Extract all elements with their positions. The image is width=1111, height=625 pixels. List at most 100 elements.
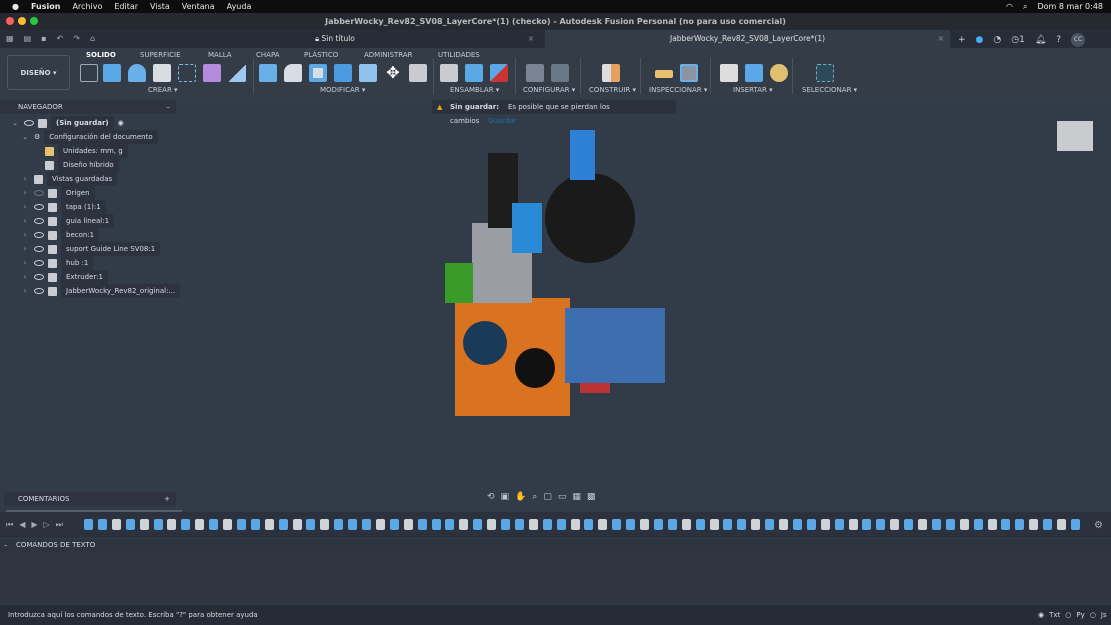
extensions-icon[interactable]: ●: [976, 35, 984, 45]
group-seleccionar[interactable]: SELECCIONAR ▾: [802, 86, 857, 94]
3d-model-viewport[interactable]: [440, 128, 670, 420]
timeline-body-feature[interactable]: [890, 519, 900, 530]
new-component-icon[interactable]: [465, 64, 483, 82]
close-window-button[interactable]: [6, 17, 14, 25]
tab-chapa[interactable]: CHAPA: [256, 51, 280, 59]
timeline-settings-icon[interactable]: ⚙: [1094, 520, 1103, 531]
timeline-body-feature[interactable]: [292, 519, 302, 530]
timeline-sketch-feature[interactable]: [431, 519, 441, 530]
timeline-sketch-feature[interactable]: [1043, 519, 1053, 530]
timeline-sketch-feature[interactable]: [792, 519, 802, 530]
eye-icon[interactable]: [34, 274, 44, 280]
timeline-sketch-feature[interactable]: [904, 519, 914, 530]
timeline-sketch-feature[interactable]: [945, 519, 955, 530]
timeline-sketch-feature[interactable]: [931, 519, 941, 530]
timeline-body-feature[interactable]: [820, 519, 830, 530]
timeline-body-feature[interactable]: [320, 519, 330, 530]
zoom-icon[interactable]: ⌕: [532, 492, 537, 502]
timeline-body-feature[interactable]: [779, 519, 788, 530]
tab-solido[interactable]: SOLIDO: [86, 51, 116, 59]
timeline-sketch-feature[interactable]: [417, 519, 427, 530]
clock[interactable]: Dom 8 mar 0:48: [1037, 2, 1103, 11]
timeline-body-feature[interactable]: [139, 519, 149, 530]
group-configurar[interactable]: CONFIGURAR ▾: [523, 86, 575, 94]
save-link[interactable]: Guardar: [488, 117, 517, 125]
create-sketch-icon[interactable]: [80, 64, 98, 82]
look-at-icon[interactable]: ▣: [501, 492, 510, 502]
pattern-icon[interactable]: [178, 64, 196, 82]
tab-utilidades[interactable]: UTILIDADES: [438, 51, 480, 59]
timeline-sketch-feature[interactable]: [125, 519, 135, 530]
wifi-icon[interactable]: ◠: [1006, 2, 1013, 11]
tree-item[interactable]: › suport Guide Line SV08:1: [20, 242, 161, 256]
extrude-icon[interactable]: [103, 64, 121, 82]
timeline-body-feature[interactable]: [918, 519, 927, 530]
radio-py[interactable]: ○: [1065, 605, 1071, 625]
measure-icon[interactable]: [655, 70, 673, 78]
parameters-icon[interactable]: [409, 64, 427, 82]
chevron-right-icon[interactable]: ›: [20, 214, 30, 228]
fillet-icon[interactable]: [284, 64, 302, 82]
radio-txt[interactable]: ◉: [1038, 605, 1044, 625]
select-icon[interactable]: [816, 64, 834, 82]
timeline-sketch-feature[interactable]: [542, 519, 552, 530]
timeline-sketch-feature[interactable]: [445, 519, 455, 530]
next-icon[interactable]: ▷: [44, 520, 50, 530]
timeline-body-feature[interactable]: [751, 519, 761, 530]
chevron-right-icon[interactable]: ›: [20, 270, 30, 284]
timeline-body-feature[interactable]: [403, 519, 413, 530]
timeline-sketch-feature[interactable]: [626, 519, 636, 530]
timeline-body-feature[interactable]: [640, 519, 649, 530]
notifications-icon[interactable]: 🔔︎: [1035, 35, 1046, 45]
tab-plastico[interactable]: PLÁSTICO: [304, 51, 338, 59]
timeline-sketch-feature[interactable]: [209, 519, 219, 530]
tab-malla[interactable]: MALLA: [208, 51, 232, 59]
menu-archivo[interactable]: Archivo: [72, 2, 102, 11]
timeline-body-feature[interactable]: [167, 519, 177, 530]
hole-icon[interactable]: [153, 64, 171, 82]
chevron-down-icon[interactable]: ⌄: [10, 116, 20, 130]
timeline-sketch-feature[interactable]: [278, 519, 288, 530]
collapse-icon[interactable]: –: [4, 539, 8, 552]
timeline-sketch-feature[interactable]: [612, 519, 622, 530]
timeline-sketch-feature[interactable]: [334, 519, 344, 530]
timeline-body-feature[interactable]: [375, 519, 385, 530]
tree-item[interactable]: › JabberWocky_Rev82_original:...: [20, 284, 181, 298]
tab-superficie[interactable]: SUPERFICIE: [140, 51, 181, 59]
chevron-right-icon[interactable]: ›: [20, 284, 30, 298]
split-icon[interactable]: [359, 64, 377, 82]
combine-icon[interactable]: [334, 64, 352, 82]
press-pull-icon[interactable]: [259, 64, 277, 82]
maximize-window-button[interactable]: [30, 17, 38, 25]
menu-app[interactable]: Fusion: [31, 2, 60, 11]
timeline-sketch-feature[interactable]: [973, 519, 983, 530]
menu-ayuda[interactable]: Ayuda: [227, 2, 252, 11]
timeline-sketch-feature[interactable]: [473, 519, 483, 530]
as-built-joint-icon[interactable]: [490, 64, 508, 82]
timeline-sketch-feature[interactable]: [250, 519, 260, 530]
configure-table-icon[interactable]: [551, 64, 569, 82]
timeline-sketch-feature[interactable]: [695, 519, 705, 530]
timeline-sketch-feature[interactable]: [876, 519, 886, 530]
tab-sin-titulo[interactable]: 🔒︎ Sin título ×: [130, 30, 540, 48]
tree-doc-settings[interactable]: ⌄ ⚙ Configuración del documento: [20, 130, 158, 144]
previous-icon[interactable]: ◀: [19, 520, 25, 530]
timeline-body-feature[interactable]: [570, 519, 580, 530]
timeline-body-feature[interactable]: [459, 519, 469, 530]
timeline-body-feature[interactable]: [709, 519, 719, 530]
radio-js[interactable]: ○: [1090, 605, 1096, 625]
timeline-body-feature[interactable]: [848, 519, 858, 530]
apple-icon[interactable]: ●: [12, 2, 19, 11]
tree-item[interactable]: › guia lineal:1: [20, 214, 115, 228]
move-icon[interactable]: ✥: [384, 64, 402, 82]
jobs-icon[interactable]: ◷1: [1011, 35, 1025, 45]
timeline-sketch-feature[interactable]: [1070, 519, 1080, 530]
redo-icon[interactable]: ↷: [73, 34, 80, 43]
grid-icon[interactable]: ▦: [6, 34, 14, 43]
eye-icon[interactable]: [34, 260, 44, 266]
construct-plane-icon[interactable]: [228, 64, 246, 82]
chevron-right-icon[interactable]: ›: [20, 256, 30, 270]
last-icon[interactable]: ⏭: [56, 520, 63, 530]
timeline-body-feature[interactable]: [111, 519, 121, 530]
chevron-right-icon[interactable]: ›: [20, 172, 30, 186]
